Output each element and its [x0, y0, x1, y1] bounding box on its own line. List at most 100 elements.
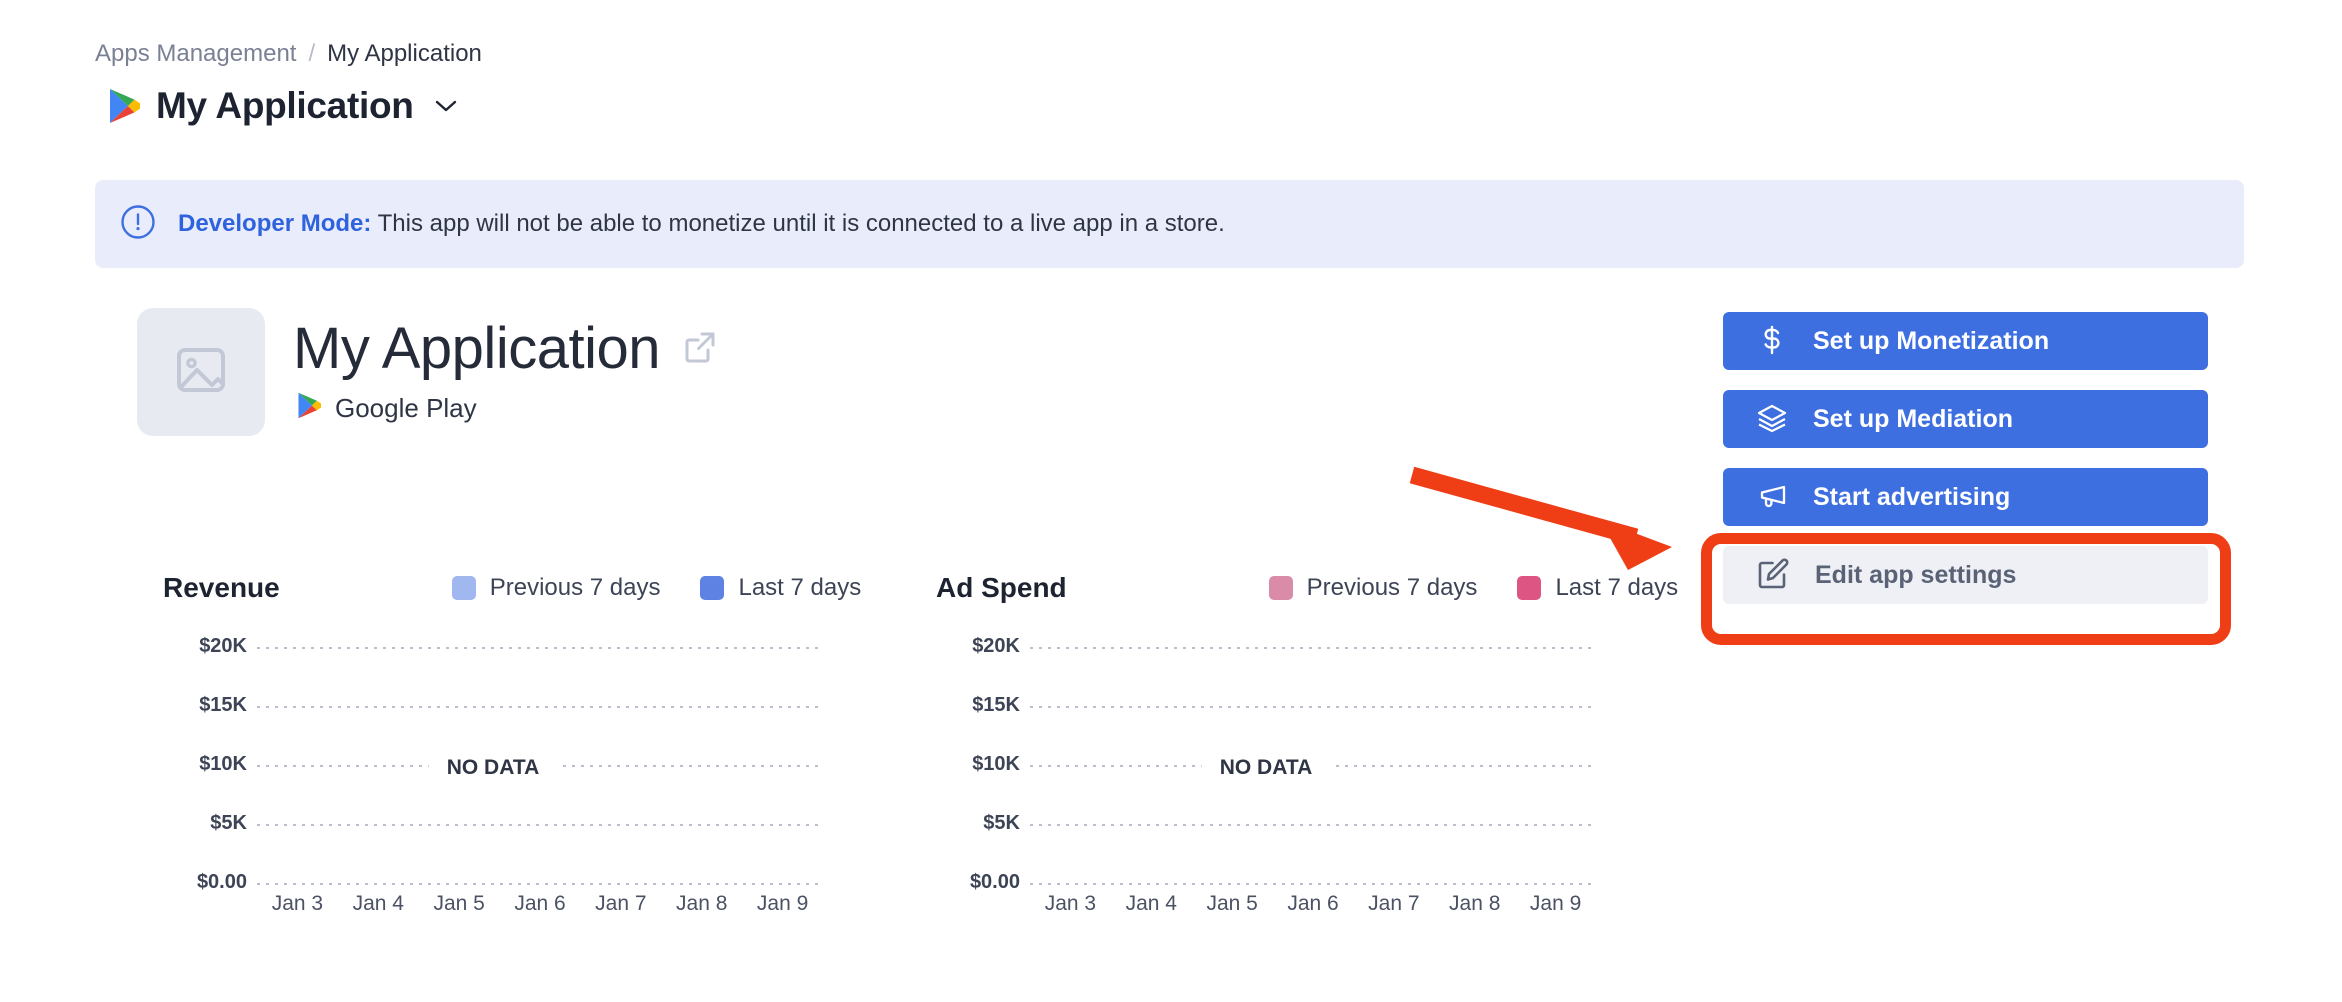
gridline	[257, 824, 823, 826]
gridline	[257, 883, 823, 885]
gridline	[1030, 883, 1596, 885]
gridline	[1030, 647, 1596, 649]
alert-circle-icon	[120, 204, 156, 245]
gridline-row: $20K	[163, 636, 823, 659]
app-name-row: My Application	[293, 316, 718, 382]
ad-spend-plot-area: $20K $15K $10K NO DATA $5K $0.00 Jan	[936, 636, 1596, 886]
external-link-icon[interactable]	[682, 329, 718, 370]
app-details-page: Apps Management / My Application My Appl…	[0, 0, 2342, 1002]
developer-mode-message: This app will not be able to monetize un…	[371, 210, 1224, 237]
x-tick-label: Jan 6	[500, 892, 581, 916]
revenue-plot-area: $20K $15K $10K NO DATA $5K $0.00 Jan	[163, 636, 823, 886]
edit-app-settings-label: Edit app settings	[1815, 561, 2016, 590]
gridline-row: $10K NO DATA	[936, 754, 1596, 777]
developer-mode-banner: Developer Mode: This app will not be abl…	[95, 180, 2244, 268]
developer-mode-text: Developer Mode: This app will not be abl…	[178, 210, 1225, 238]
legend-label-last: Last 7 days	[1555, 574, 1678, 602]
legend-item-previous-7-days[interactable]: Previous 7 days	[452, 574, 661, 602]
x-tick-label: Jan 5	[419, 892, 500, 916]
app-meta: My Application	[293, 308, 718, 436]
set-up-mediation-button[interactable]: Set up Mediation	[1723, 390, 2208, 448]
image-placeholder-icon	[172, 341, 230, 404]
y-tick-label: $10K	[163, 753, 257, 776]
x-tick-label: Jan 5	[1192, 892, 1273, 916]
gridline-row: $15K	[936, 695, 1596, 718]
breadcrumb-separator: /	[308, 40, 315, 68]
google-play-icon	[297, 392, 321, 424]
x-tick-label: Jan 4	[1111, 892, 1192, 916]
set-up-monetization-button[interactable]: Set up Monetization	[1723, 312, 2208, 370]
app-thumbnail	[137, 308, 265, 436]
edit-square-icon	[1757, 558, 1789, 593]
legend-item-previous-7-days[interactable]: Previous 7 days	[1269, 574, 1478, 602]
legend-swatch-previous	[1269, 576, 1293, 600]
y-tick-label: $0.00	[163, 871, 257, 894]
revenue-chart-legend: Previous 7 days Last 7 days	[452, 574, 862, 602]
layers-icon	[1757, 403, 1787, 436]
app-store-name: Google Play	[335, 393, 477, 424]
y-tick-label: $15K	[936, 694, 1030, 717]
legend-swatch-previous	[452, 576, 476, 600]
x-tick-label: Jan 7	[580, 892, 661, 916]
x-tick-label: Jan 9	[742, 892, 823, 916]
gridline	[257, 706, 823, 708]
page-title-row: My Application	[108, 85, 458, 127]
y-tick-label: $5K	[163, 812, 257, 835]
x-tick-label: Jan 8	[1434, 892, 1515, 916]
ad-spend-chart-header: Ad Spend Previous 7 days Last 7 days	[936, 568, 1678, 608]
x-tick-label: Jan 8	[661, 892, 742, 916]
app-header: My Application	[137, 308, 718, 436]
set-up-mediation-label: Set up Mediation	[1813, 405, 2013, 434]
ad-spend-x-axis: Jan 3 Jan 4 Jan 5 Jan 6 Jan 7 Jan 8 Jan …	[1030, 892, 1596, 916]
ad-spend-chart-legend: Previous 7 days Last 7 days	[1269, 574, 1679, 602]
start-advertising-button[interactable]: Start advertising	[1723, 468, 2208, 526]
revenue-chart-header: Revenue Previous 7 days Last 7 days	[163, 568, 861, 608]
x-tick-label: Jan 3	[257, 892, 338, 916]
x-tick-label: Jan 9	[1515, 892, 1596, 916]
annotation-arrow-icon	[1412, 475, 1672, 570]
x-tick-label: Jan 3	[1030, 892, 1111, 916]
breadcrumb: Apps Management / My Application	[95, 40, 482, 68]
no-data-label: NO DATA	[1202, 756, 1331, 780]
chevron-down-icon[interactable]	[434, 98, 458, 119]
y-tick-label: $20K	[936, 635, 1030, 658]
legend-item-last-7-days[interactable]: Last 7 days	[700, 574, 861, 602]
y-tick-label: $5K	[936, 812, 1030, 835]
ad-spend-chart: Ad Spend Previous 7 days Last 7 days $20…	[936, 568, 1678, 886]
no-data-label: NO DATA	[429, 756, 558, 780]
megaphone-icon	[1757, 481, 1787, 514]
gridline-row: $5K	[163, 813, 823, 836]
y-tick-label: $10K	[936, 753, 1030, 776]
gridline-row: $20K	[936, 636, 1596, 659]
y-tick-label: $15K	[163, 694, 257, 717]
app-store-row: Google Play	[297, 392, 718, 424]
gridline-row: $5K	[936, 813, 1596, 836]
app-name: My Application	[293, 316, 660, 382]
edit-app-settings-button[interactable]: Edit app settings	[1723, 546, 2208, 604]
revenue-chart-title: Revenue	[163, 572, 280, 604]
revenue-chart: Revenue Previous 7 days Last 7 days $20K…	[163, 568, 861, 886]
dollar-sign-icon	[1757, 325, 1787, 358]
start-advertising-label: Start advertising	[1813, 483, 2010, 512]
developer-mode-label: Developer Mode:	[178, 210, 371, 237]
revenue-x-axis: Jan 3 Jan 4 Jan 5 Jan 6 Jan 7 Jan 8 Jan …	[257, 892, 823, 916]
gridline-row: $10K NO DATA	[163, 754, 823, 777]
gridline	[257, 647, 823, 649]
breadcrumb-link-apps-management[interactable]: Apps Management	[95, 40, 296, 68]
gridline-row: $15K	[163, 695, 823, 718]
gridline	[1030, 824, 1596, 826]
google-play-icon	[108, 88, 140, 124]
x-tick-label: Jan 6	[1273, 892, 1354, 916]
legend-swatch-last	[1517, 576, 1541, 600]
page-title: My Application	[156, 85, 414, 127]
x-tick-label: Jan 4	[338, 892, 419, 916]
legend-label-last: Last 7 days	[738, 574, 861, 602]
legend-label-previous: Previous 7 days	[490, 574, 661, 602]
y-tick-label: $0.00	[936, 871, 1030, 894]
legend-swatch-last	[700, 576, 724, 600]
gridline	[1030, 706, 1596, 708]
legend-label-previous: Previous 7 days	[1307, 574, 1478, 602]
breadcrumb-current: My Application	[327, 40, 482, 68]
legend-item-last-7-days[interactable]: Last 7 days	[1517, 574, 1678, 602]
y-tick-label: $20K	[163, 635, 257, 658]
